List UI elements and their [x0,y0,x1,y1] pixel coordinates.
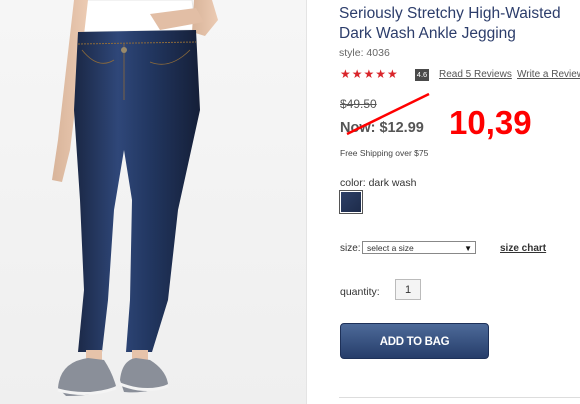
now-value: $12.99 [379,120,424,136]
product-title: Seriously Stretchy High-Waisted Dark Was… [339,5,561,42]
jeans-model-illustration [52,0,218,396]
swatch-fill [341,192,361,212]
rating-row: ★★★★★ 4.6 Read 5 Reviews Write a Review [339,67,580,82]
sale-price: Now: $12.99 [340,120,424,136]
star-rating-icon: ★★★★★ [340,67,399,81]
size-label: size: [340,243,361,254]
product-details: Seriously Stretchy High-Waisted Dark Was… [339,0,580,404]
size-select[interactable]: select a size ▼ [362,241,476,254]
color-label: color: dark wash [340,177,417,189]
style-number: style: 4036 [339,47,390,59]
original-price: $49.50 [340,97,377,111]
shipping-note: Free Shipping over $75 [340,148,429,158]
product-image[interactable] [0,0,307,404]
size-chart-link[interactable]: size chart [500,243,546,254]
now-label: Now: [340,120,376,136]
add-to-bag-button[interactable]: ADD TO BAG [340,323,489,359]
quantity-input[interactable]: 1 [395,279,421,300]
write-review-link[interactable]: Write a Review [517,69,580,80]
dropdown-arrow-icon: ▼ [464,244,472,253]
divider [339,397,580,398]
size-row: size: select a size ▼ size chart [340,241,580,257]
quantity-label: quantity: [340,286,380,298]
price-annotation: 10,39 [449,104,532,141]
color-swatch-dark-wash[interactable] [339,190,363,214]
read-reviews-link[interactable]: Read 5 Reviews [439,69,512,80]
rating-value-badge: 4.6 [415,69,429,81]
size-select-value: select a size [367,243,414,253]
